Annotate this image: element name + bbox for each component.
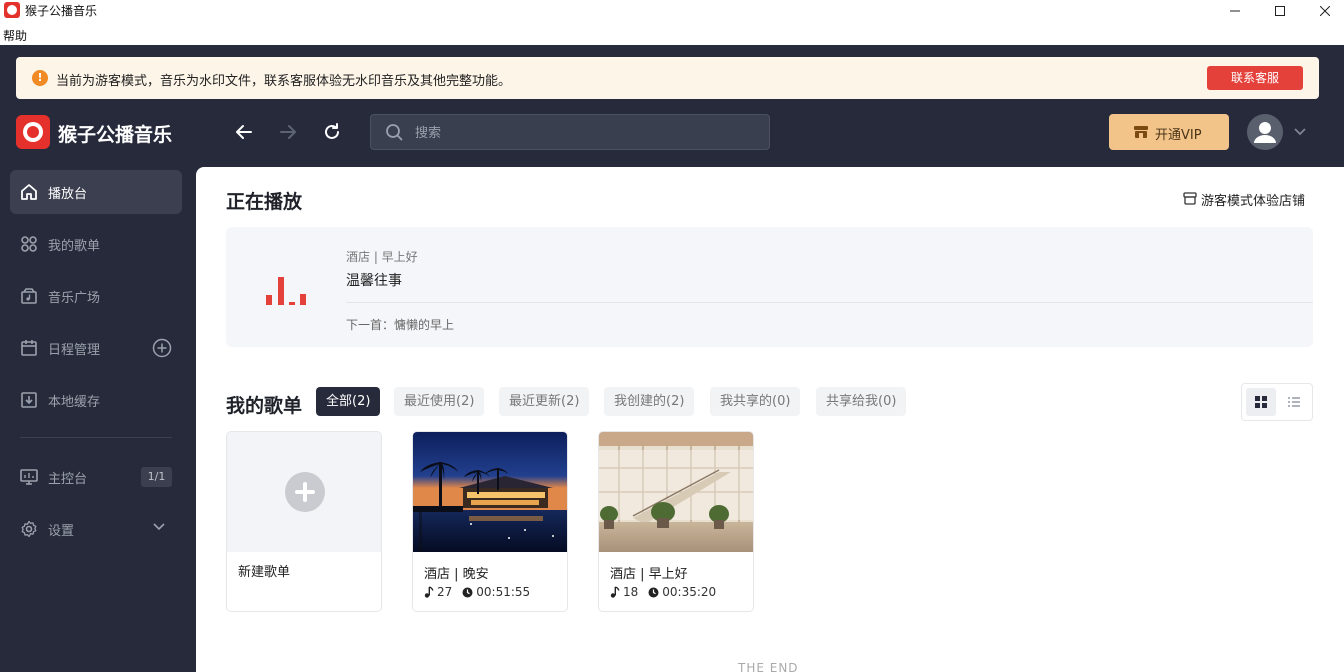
brand-logo-icon bbox=[16, 115, 50, 149]
clock-icon bbox=[462, 587, 473, 597]
sidebar-item-label: 设置 bbox=[48, 524, 75, 539]
now-playing-panel: 酒店 | 早上好 温馨往事 下一首：慵懒的早上 bbox=[226, 227, 1313, 347]
search-box[interactable] bbox=[370, 114, 770, 150]
console-badge: 1/1 bbox=[141, 467, 172, 487]
view-toggle bbox=[1241, 383, 1313, 421]
sidebar-item-label: 我的歌单 bbox=[48, 239, 101, 254]
playlist-card[interactable]: 酒店 | 晚安 27 00:51:55 bbox=[412, 431, 568, 612]
refresh-icon[interactable] bbox=[318, 118, 346, 146]
sidebar-item-local-cache[interactable]: 本地缓存 bbox=[10, 378, 182, 422]
clock-icon bbox=[648, 587, 659, 597]
filter-recently-updated[interactable]: 最近更新(2) bbox=[499, 387, 590, 416]
playlist-cover-morning-hotel bbox=[599, 432, 753, 552]
sidebar-item-playback[interactable]: 播放台 bbox=[10, 170, 182, 214]
store-icon bbox=[1133, 125, 1149, 143]
new-playlist-cover bbox=[227, 432, 381, 552]
search-icon bbox=[385, 123, 403, 145]
sidebar-divider bbox=[20, 437, 172, 438]
maximize-icon[interactable] bbox=[1257, 0, 1303, 22]
sidebar-item-settings[interactable]: 设置 bbox=[10, 507, 182, 551]
the-end-label: THE END bbox=[738, 661, 799, 672]
playlist-name: 酒店 | 晚安 bbox=[424, 567, 489, 582]
now-playing-playlist: 酒店 | 早上好 bbox=[346, 250, 418, 264]
playlist-icon bbox=[20, 235, 38, 253]
new-playlist-label: 新建歌单 bbox=[238, 565, 291, 580]
music-note-icon bbox=[424, 586, 434, 598]
playlist-name: 酒店 | 早上好 bbox=[610, 567, 688, 582]
avatar[interactable] bbox=[1247, 114, 1283, 150]
open-vip-button[interactable]: 开通VIP bbox=[1109, 114, 1229, 150]
monitor-icon bbox=[20, 468, 38, 486]
playlist-meta: 27 00:51:55 bbox=[424, 585, 540, 599]
menu-help[interactable]: 帮助 bbox=[3, 27, 27, 44]
playlist-meta: 18 00:35:20 bbox=[610, 585, 726, 599]
download-icon bbox=[20, 391, 38, 409]
sidebar-item-label: 主控台 bbox=[48, 472, 88, 487]
warning-icon: ! bbox=[32, 70, 48, 86]
sidebar-item-schedule[interactable]: 日程管理 bbox=[10, 326, 182, 370]
filter-shared-with-me[interactable]: 共享给我(0) bbox=[816, 387, 907, 416]
song-count: 18 bbox=[623, 585, 639, 599]
menubar: 帮助 bbox=[0, 25, 1344, 45]
filter-created-by-me[interactable]: 我创建的(2) bbox=[604, 387, 695, 416]
vip-label: 开通VIP bbox=[1155, 128, 1202, 143]
sidebar-item-label: 播放台 bbox=[48, 187, 88, 202]
store-icon bbox=[1183, 192, 1197, 209]
filter-shared-by-me[interactable]: 我共享的(0) bbox=[710, 387, 801, 416]
search-input[interactable] bbox=[415, 123, 755, 143]
now-playing-song: 温馨往事 bbox=[346, 273, 402, 289]
music-square-icon bbox=[20, 287, 38, 305]
now-playing-title: 正在播放 bbox=[226, 191, 303, 213]
contact-service-button[interactable]: 联系客服 bbox=[1207, 66, 1303, 90]
sidebar-item-label: 日程管理 bbox=[48, 343, 101, 358]
calendar-icon bbox=[20, 339, 38, 357]
shop-link-label: 游客模式体验店铺 bbox=[1201, 194, 1306, 209]
settings-icon bbox=[20, 520, 38, 538]
plus-icon bbox=[285, 472, 325, 512]
sidebar-item-label: 音乐广场 bbox=[48, 291, 101, 306]
my-playlists-title: 我的歌单 bbox=[226, 395, 303, 417]
forward-arrow-icon[interactable] bbox=[274, 118, 302, 146]
grid-view-icon[interactable] bbox=[1246, 388, 1276, 416]
sidebar-item-label: 本地缓存 bbox=[48, 395, 101, 410]
sidebar-item-my-playlists[interactable]: 我的歌单 bbox=[10, 222, 182, 266]
add-schedule-icon[interactable] bbox=[152, 338, 172, 362]
playlist-duration: 00:51:55 bbox=[476, 585, 531, 599]
playlist-cover-night-hotel bbox=[413, 432, 567, 552]
chevron-down-icon[interactable] bbox=[152, 521, 166, 536]
song-count: 27 bbox=[437, 585, 453, 599]
sidebar-item-console[interactable]: 主控台 1/1 bbox=[10, 455, 182, 499]
playlist-card[interactable]: 酒店 | 早上好 18 00:35:20 bbox=[598, 431, 754, 612]
music-note-icon bbox=[610, 586, 620, 598]
next-song: 下一首：慵懒的早上 bbox=[346, 318, 455, 332]
filter-recently-used[interactable]: 最近使用(2) bbox=[394, 387, 485, 416]
list-view-icon[interactable] bbox=[1279, 388, 1309, 416]
guest-mode-notice: ! 当前为游客模式，音乐为水印文件，联系客服体验无水印音乐及其他完整功能。 联系… bbox=[16, 57, 1319, 99]
back-arrow-icon[interactable] bbox=[230, 118, 258, 146]
app-logo-icon bbox=[4, 2, 20, 18]
chevron-down-icon[interactable] bbox=[1293, 126, 1307, 141]
close-icon[interactable] bbox=[1302, 0, 1344, 22]
window-title: 猴子公播音乐 bbox=[25, 4, 98, 18]
notice-text: 当前为游客模式，音乐为水印文件，联系客服体验无水印音乐及其他完整功能。 bbox=[56, 74, 512, 89]
main-content: 正在播放 游客模式体验店铺 酒店 | 早上好 温馨往事 下一首：慵懒的早上 我的… bbox=[196, 167, 1344, 672]
new-playlist-card[interactable]: 新建歌单 bbox=[226, 431, 382, 612]
brand-name: 猴子公播音乐 bbox=[58, 124, 173, 146]
now-playing-divider bbox=[346, 302, 1313, 303]
home-icon bbox=[20, 183, 38, 201]
minimize-icon[interactable] bbox=[1212, 0, 1258, 22]
window-titlebar: 猴子公播音乐 bbox=[0, 0, 1344, 25]
sidebar-item-music-square[interactable]: 音乐广场 bbox=[10, 274, 182, 318]
filter-all[interactable]: 全部(2) bbox=[316, 387, 381, 416]
equalizer-icon bbox=[266, 275, 308, 305]
playlist-duration: 00:35:20 bbox=[662, 585, 717, 599]
